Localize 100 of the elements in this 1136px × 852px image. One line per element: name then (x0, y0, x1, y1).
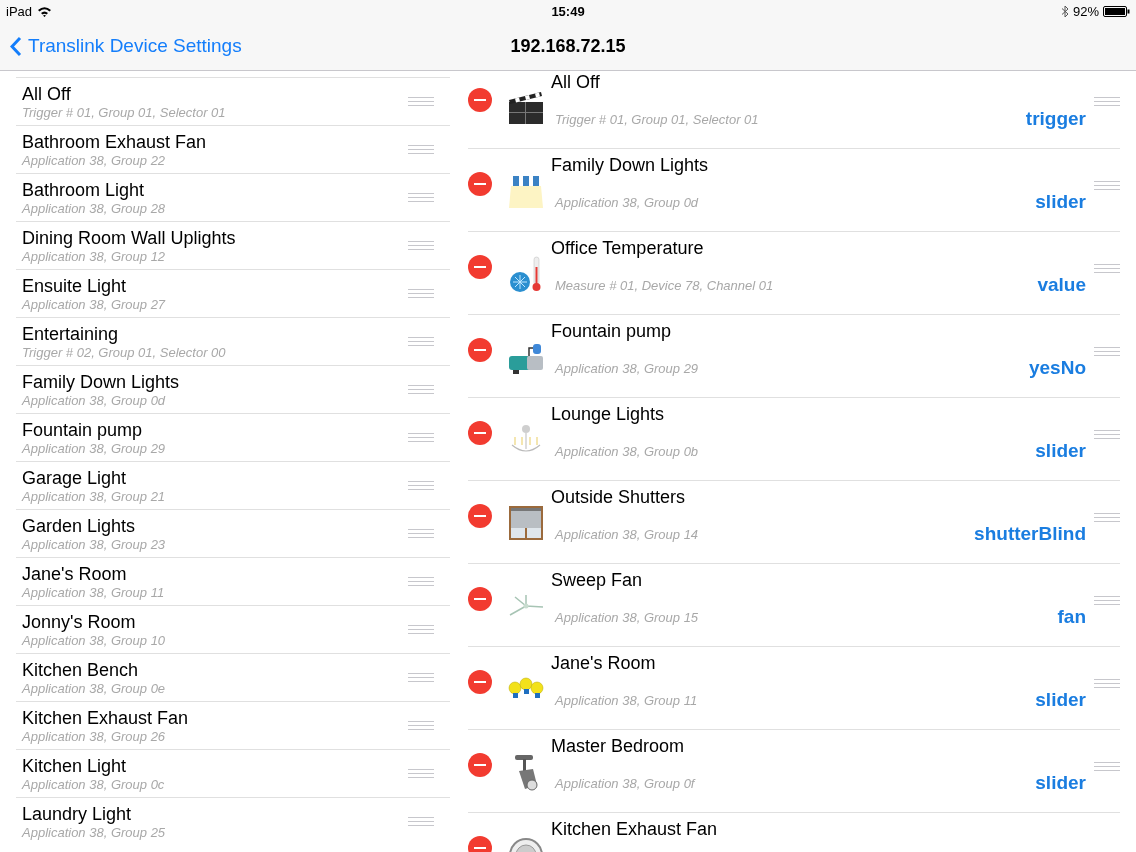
delete-button[interactable] (468, 88, 492, 112)
battery-icon (1103, 6, 1130, 17)
device-row[interactable]: Kitchen Light Application 38, Group 0c (16, 749, 450, 797)
configured-row[interactable]: Outside Shutters Application 38, Group 14 shutterBlind (468, 480, 1120, 563)
device-address: Trigger # 01, Group 01, Selector 01 (555, 110, 759, 129)
drag-handle-icon[interactable] (408, 432, 434, 443)
device-name: Family Down Lights (22, 370, 181, 393)
delete-button[interactable] (468, 587, 492, 611)
drag-handle-icon[interactable] (1094, 264, 1120, 274)
device-row[interactable]: Bathroom Light Application 38, Group 28 (16, 173, 450, 221)
delete-button[interactable] (468, 504, 492, 528)
device-name: Family Down Lights (551, 154, 710, 176)
drag-handle-icon[interactable] (408, 816, 434, 827)
status-time: 15:49 (551, 2, 585, 21)
device-row[interactable]: All Off Trigger # 01, Group 01, Selector 01 (16, 77, 450, 125)
delete-button[interactable] (468, 421, 492, 445)
device-address: Trigger # 02, Group 01, Selector 00 (22, 344, 227, 361)
device-address: Application 38, Group 10 (22, 632, 167, 649)
device-row[interactable]: Entertaining Trigger # 02, Group 01, Selector 00 (16, 317, 450, 365)
device-row[interactable]: Garage Light Application 38, Group 21 (16, 461, 450, 509)
device-row[interactable]: Kitchen Bench Application 38, Group 0e (16, 653, 450, 701)
configured-row[interactable]: Fountain pump Application 38, Group 29 yesNo (468, 314, 1120, 397)
configured-row[interactable]: Lounge Lights Application 38, Group 0b slider (468, 397, 1120, 480)
back-button[interactable]: Translink Device Settings (0, 32, 242, 61)
device-name: Fountain pump (551, 320, 673, 342)
device-address: Trigger # 01, Group 01, Selector 01 (22, 104, 227, 121)
device-address: Application 38, Group 11 (22, 584, 166, 601)
control-type-link[interactable]: shutterBlind (974, 520, 1086, 549)
delete-button[interactable] (468, 753, 492, 777)
device-row[interactable]: Fountain pump Application 38, Group 29 (16, 413, 450, 461)
device-address: Application 38, Group 0e (22, 680, 167, 697)
device-address: Application 38, Group 14 (555, 525, 699, 544)
drag-handle-icon[interactable] (408, 288, 434, 299)
drag-handle-icon[interactable] (408, 336, 434, 347)
bluetooth-icon (1060, 5, 1069, 18)
drag-handle-icon[interactable] (408, 720, 434, 731)
device-row[interactable]: Laundry Light Application 38, Group 25 (16, 797, 450, 845)
drag-handle-icon[interactable] (1094, 97, 1120, 107)
drag-handle-icon[interactable] (408, 192, 434, 203)
drag-handle-icon[interactable] (408, 528, 434, 539)
control-type-link[interactable]: fan (1057, 603, 1086, 632)
drag-handle-icon[interactable] (408, 768, 434, 779)
device-name: Lounge Lights (551, 403, 666, 425)
device-address: Application 38, Group 29 (555, 359, 699, 378)
device-row[interactable]: Ensuite Light Application 38, Group 27 (16, 269, 450, 317)
control-type-link[interactable]: slider (1035, 437, 1086, 466)
device-row[interactable]: Jonny's Room Application 38, Group 10 (16, 605, 450, 653)
drag-handle-icon[interactable] (1094, 679, 1120, 689)
configured-row[interactable]: Kitchen Exhaust Fan (468, 812, 1120, 852)
device-row[interactable]: Jane's Room Application 38, Group 11 (16, 557, 450, 605)
drag-handle-icon[interactable] (408, 480, 434, 491)
device-name: Dining Room Wall Uplights (22, 226, 237, 249)
drag-handle-icon[interactable] (1094, 596, 1120, 606)
device-row[interactable]: Bathroom Exhaust Fan Application 38, Group 22 (16, 125, 450, 173)
device-name: Garden Lights (22, 514, 137, 537)
configured-row[interactable]: Sweep Fan Application 38, Group 15 fan (468, 563, 1120, 646)
delete-button[interactable] (468, 338, 492, 362)
control-type-link[interactable]: slider (1035, 686, 1086, 715)
device-address: Application 38, Group 15 (555, 608, 699, 627)
device-name: Office Temperature (551, 237, 705, 259)
control-type-link[interactable]: yesNo (1028, 354, 1086, 383)
configured-row[interactable]: Jane's Room Application 38, Group 11 slider (468, 646, 1120, 729)
drag-handle-icon[interactable] (408, 384, 434, 395)
drag-handle-icon[interactable] (408, 240, 434, 251)
drag-handle-icon[interactable] (1094, 430, 1120, 440)
delete-button[interactable] (468, 255, 492, 279)
device-name: Kitchen Bench (22, 658, 140, 681)
drag-handle-icon[interactable] (408, 96, 434, 107)
device-row[interactable]: Family Down Lights Application 38, Group 0d (16, 365, 450, 413)
configured-row[interactable]: Master Bedroom Application 38, Group 0f slider (468, 729, 1120, 812)
device-address: Application 38, Group 11 (555, 691, 698, 710)
drag-handle-icon[interactable] (1094, 762, 1120, 772)
chevron-left-icon (10, 36, 22, 57)
delete-button[interactable] (468, 172, 492, 196)
device-name: All Off (22, 82, 72, 105)
device-row[interactable]: Kitchen Exhaust Fan Application 38, Group 26 (16, 701, 450, 749)
device-name: Bathroom Light (22, 178, 146, 201)
configured-row[interactable]: Family Down Lights Application 38, Group 0d slider (468, 148, 1120, 231)
delete-button[interactable] (468, 670, 492, 694)
control-type-link[interactable]: trigger (1025, 105, 1086, 134)
configured-row[interactable]: All Off Trigger # 01, Group 01, Selector 01 trigger (468, 71, 1120, 148)
control-type-link[interactable]: slider (1035, 769, 1086, 798)
device-address: Application 38, Group 27 (22, 296, 167, 313)
device-address: Application 38, Group 0c (22, 776, 166, 793)
device-name: Master Bedroom (551, 735, 686, 757)
drag-handle-icon[interactable] (408, 576, 434, 587)
drag-handle-icon[interactable] (408, 672, 434, 683)
device-address: Application 38, Group 21 (22, 488, 167, 505)
configured-row[interactable]: Office Temperature Measure # 01, Device 78, Channel 01 value (468, 231, 1120, 314)
control-type-link[interactable]: value (1037, 271, 1086, 300)
device-name: Kitchen Light (22, 754, 128, 777)
drag-handle-icon[interactable] (1094, 513, 1120, 523)
drag-handle-icon[interactable] (408, 144, 434, 155)
drag-handle-icon[interactable] (1094, 347, 1120, 357)
drag-handle-icon[interactable] (408, 624, 434, 635)
drag-handle-icon[interactable] (1094, 181, 1120, 191)
control-type-link[interactable]: slider (1035, 188, 1086, 217)
device-name: Kitchen Exhaust Fan (551, 818, 719, 840)
device-row[interactable]: Dining Room Wall Uplights Application 38, Group 12 (16, 221, 450, 269)
device-row[interactable]: Garden Lights Application 38, Group 23 (16, 509, 450, 557)
